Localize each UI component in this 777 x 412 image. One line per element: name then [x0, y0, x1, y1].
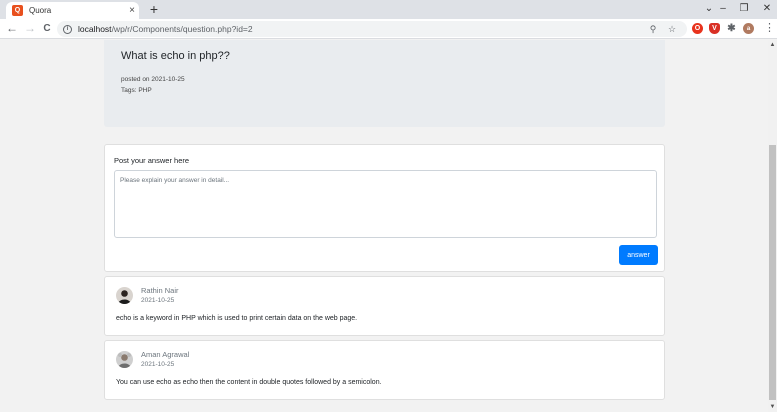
browser-toolbar: ← → C i localhost/wp/r/Components/questi…: [0, 19, 777, 39]
browser-tab[interactable]: Q Quora ×: [6, 2, 139, 19]
tab-close-icon[interactable]: ×: [125, 5, 139, 16]
tab-title: Quora: [29, 6, 52, 15]
extension-opera-icon[interactable]: O: [692, 23, 703, 34]
question-title: What is echo in php??: [121, 50, 230, 62]
user-avatar-icon: [116, 287, 133, 304]
post-answer-label: Post your answer here: [114, 156, 190, 165]
answer-textarea[interactable]: [114, 170, 657, 238]
user-avatar: [116, 351, 133, 368]
new-tab-button[interactable]: +: [147, 1, 161, 17]
user-avatar-icon: [116, 351, 133, 368]
question-tags: Tags: PHP: [121, 87, 152, 94]
bookmark-star-icon[interactable]: ☆: [666, 22, 678, 36]
page-viewport: What is echo in php?? posted on 2021-10-…: [0, 40, 768, 412]
answer-author: Aman Agrawal: [141, 350, 190, 359]
extensions-puzzle-icon[interactable]: ✱: [726, 23, 737, 34]
restore-button[interactable]: ❐: [736, 2, 752, 16]
post-answer-card: Post your answer here answer: [104, 144, 665, 272]
minimize-button[interactable]: –: [715, 2, 731, 16]
user-avatar: [116, 287, 133, 304]
answer-date: 2021-10-25: [141, 297, 175, 304]
url-path: /wp/r/Components/question.php?id=2: [111, 24, 253, 34]
reload-button[interactable]: C: [40, 21, 54, 36]
scroll-down-arrow-icon[interactable]: ▼: [768, 404, 777, 410]
extension-shield-icon[interactable]: V: [709, 23, 720, 34]
back-button[interactable]: ←: [5, 21, 19, 36]
answer-date: 2021-10-25: [141, 361, 175, 368]
question-jumbotron: What is echo in php?? posted on 2021-10-…: [104, 40, 665, 127]
page-scrollbar[interactable]: ▲ ▼: [768, 40, 777, 412]
answer-text: echo is a keyword in PHP which is used t…: [116, 315, 358, 322]
url-text[interactable]: localhost/wp/r/Components/question.php?i…: [78, 24, 253, 34]
answer-author: Rathin Nair: [141, 286, 179, 295]
question-posted-date: posted on 2021-10-25: [121, 76, 185, 83]
forward-button[interactable]: →: [23, 21, 37, 36]
url-host: localhost: [78, 24, 112, 34]
answer-card: Rathin Nair 2021-10-25 echo is a keyword…: [104, 276, 665, 336]
scroll-up-arrow-icon[interactable]: ▲: [768, 42, 777, 48]
zoom-icon[interactable]: ⚲: [647, 22, 659, 36]
address-bar[interactable]: i localhost/wp/r/Components/question.php…: [57, 21, 687, 37]
quora-favicon-icon: Q: [12, 5, 23, 16]
answer-submit-button[interactable]: answer: [619, 245, 658, 265]
answer-card: Aman Agrawal 2021-10-25 You can use echo…: [104, 340, 665, 400]
scrollbar-thumb[interactable]: [769, 145, 776, 400]
profile-avatar-icon[interactable]: a: [743, 23, 754, 34]
answer-text: You can use echo as echo then the conten…: [116, 379, 382, 386]
close-window-button[interactable]: ✕: [759, 2, 775, 16]
browser-menu-icon[interactable]: ⋮: [764, 21, 775, 36]
site-info-icon[interactable]: i: [63, 24, 72, 34]
browser-tab-strip: Q Quora × + ⌄ – ❐ ✕: [0, 0, 777, 19]
